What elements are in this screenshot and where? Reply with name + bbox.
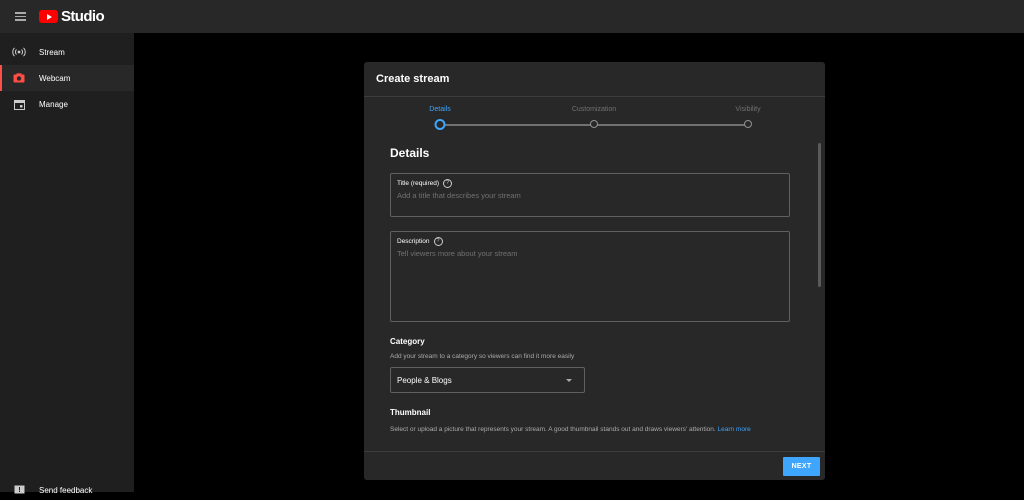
description-label-text: Description [397,238,430,245]
send-feedback-label: Send feedback [39,485,93,495]
help-icon[interactable]: ? [433,237,443,246]
title-label-text: Title (required) [397,180,440,187]
step-details-label[interactable]: Details [429,106,450,113]
description-field[interactable]: Description ? Tell viewers more about yo… [390,231,790,322]
sidebar-item-label: Manage [39,99,68,109]
create-stream-dialog: Create stream Details Customization Visi… [364,62,825,480]
thumbnail-help-text: Select or upload a picture that represen… [390,426,716,433]
step-customization-dot[interactable] [590,120,598,128]
camera-icon [12,71,26,85]
calendar-icon [12,97,26,111]
step-details-dot[interactable] [434,119,446,130]
sidebar: Stream Webcam Manage Send feedback [0,33,134,495]
description-placeholder: Tell viewers more about your stream [397,249,518,258]
broadcast-icon [12,45,26,59]
step-customization-label[interactable]: Customization [572,106,616,113]
sidebar-item-label: Webcam [39,73,71,83]
top-bar: Studio [0,0,1024,33]
category-title: Category [390,337,425,346]
youtube-play-icon [39,10,58,23]
dialog-footer: NEXT [364,451,825,480]
hamburger-menu-icon[interactable] [10,7,30,27]
title-field[interactable]: Title (required) ? Add a title that desc… [390,173,790,217]
title-field-label: Title (required) ? [397,179,453,188]
dialog-title: Create stream [364,62,825,97]
logo-text: Studio [61,8,105,25]
thumbnail-title: Thumbnail [390,408,431,417]
step-visibility-dot[interactable] [744,120,752,128]
section-title: Details [390,146,430,160]
chevron-down-icon [566,378,572,382]
category-select[interactable]: People & Blogs [390,367,585,393]
sidebar-item-webcam[interactable]: Webcam [0,65,134,91]
learn-more-link[interactable]: Learn more [718,426,751,433]
help-icon[interactable]: ? [443,179,453,188]
category-selected-value: People & Blogs [397,375,452,385]
sidebar-item-manage[interactable]: Manage [0,91,134,117]
feedback-icon [12,483,26,497]
dialog-scrollbar[interactable] [818,143,821,287]
category-help: Add your stream to a category so viewers… [390,353,575,360]
sidebar-item-label: Stream [39,47,65,57]
step-visibility-label[interactable]: Visibility [735,106,760,113]
youtube-studio-logo[interactable]: Studio [39,8,105,25]
sidebar-item-stream[interactable]: Stream [0,39,134,65]
thumbnail-help: Select or upload a picture that represen… [390,426,751,433]
stepper: Details Customization Visibility [364,97,825,132]
description-field-label: Description ? [397,237,443,246]
send-feedback-button[interactable]: Send feedback [0,480,134,500]
title-placeholder: Add a title that describes your stream [397,191,521,200]
next-button[interactable]: NEXT [783,457,820,476]
